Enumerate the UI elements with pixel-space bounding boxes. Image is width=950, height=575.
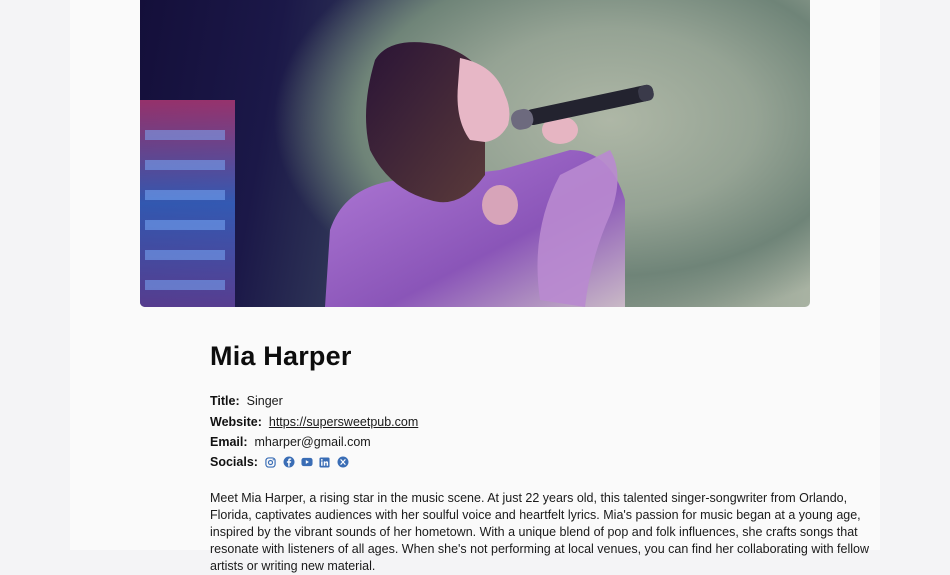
title-label: Title:: [210, 394, 240, 408]
email-label: Email:: [210, 435, 248, 449]
x-icon[interactable]: [337, 456, 349, 468]
facebook-icon[interactable]: [283, 456, 295, 468]
website-row: Website: https://supersweetpub.com: [210, 414, 418, 430]
email-row: Email: mharper@gmail.com: [210, 434, 371, 450]
website-label: Website:: [210, 415, 262, 429]
profile-name: Mia Harper: [210, 341, 352, 371]
social-icons: [265, 456, 349, 468]
title-value: Singer: [246, 394, 283, 408]
website-link[interactable]: https://supersweetpub.com: [269, 414, 418, 430]
email-value: mharper@gmail.com: [254, 435, 371, 449]
socials-row: Socials:: [210, 454, 349, 470]
youtube-icon[interactable]: [301, 456, 313, 468]
hero-photo: [140, 0, 810, 307]
instagram-icon[interactable]: [265, 456, 277, 468]
bio-paragraph: Meet Mia Harper, a rising star in the mu…: [210, 491, 869, 573]
socials-label: Socials:: [210, 455, 258, 469]
title-row: Title: Singer: [210, 393, 283, 409]
singer-photo-illustration: [140, 42, 654, 307]
linkedin-icon[interactable]: [319, 456, 331, 468]
profile-page: Mia Harper Title: Singer Website: https:…: [70, 0, 880, 573]
